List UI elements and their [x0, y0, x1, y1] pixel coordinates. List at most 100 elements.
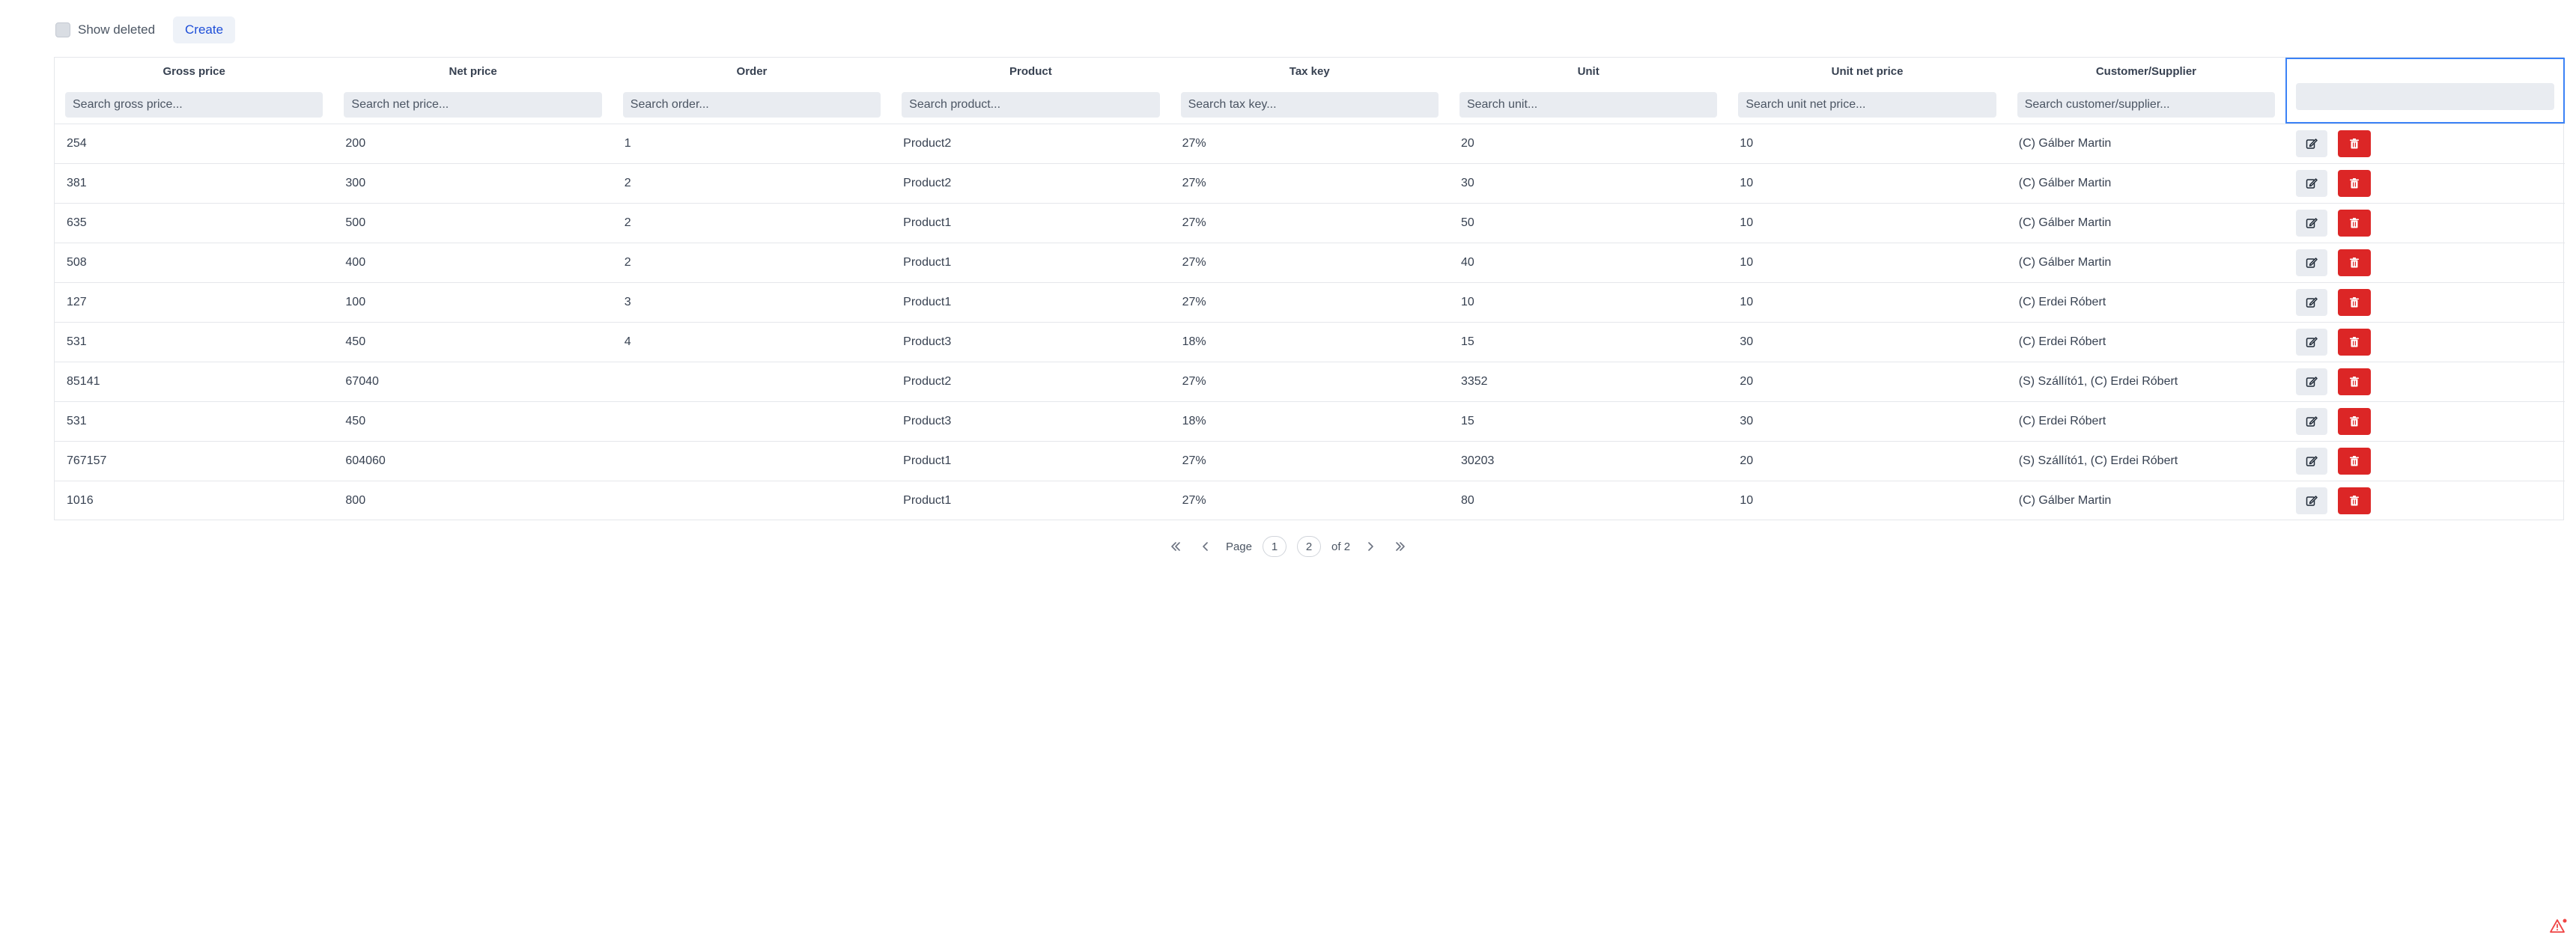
column-label-product[interactable]: Product — [902, 64, 1159, 80]
cell-customer-supplier: (C) Erdei Róbert — [2006, 401, 2286, 441]
delete-button[interactable] — [2338, 209, 2372, 237]
search-customer-supplier-input[interactable] — [2017, 92, 2276, 118]
edit-button[interactable] — [2296, 209, 2328, 237]
of-label: of 2 — [1331, 540, 1350, 553]
cell-tax-key: 27% — [1170, 361, 1449, 401]
search-order-input[interactable] — [622, 92, 881, 118]
cell-order — [612, 361, 892, 401]
delete-button[interactable] — [2338, 249, 2372, 276]
cell-unit: 3352 — [1448, 361, 1728, 401]
edit-button[interactable] — [2296, 169, 2328, 197]
cell-tax-key: 27% — [1170, 202, 1449, 243]
search-net-price-input[interactable] — [344, 92, 602, 118]
search-unit-net-price-input[interactable] — [1738, 92, 1996, 118]
column-label-gross-price[interactable]: Gross price — [65, 64, 323, 80]
edit-button[interactable] — [2296, 407, 2328, 435]
cell-tax-key: 18% — [1170, 321, 1449, 362]
table-row: 381 300 2 Product2 27% 30 10 (C) Gálber Martin — [55, 162, 2565, 203]
table-header-row: Gross price Net price Order Product Tax key U… — [55, 58, 2565, 124]
page-label: Page — [1225, 540, 1252, 553]
cell-order: 3 — [612, 281, 892, 322]
column-label-order[interactable]: Order — [623, 64, 881, 80]
column-label-unit-net-price[interactable]: Unit net price — [1738, 64, 1996, 80]
cell-unit: 30203 — [1448, 440, 1728, 481]
search-tax-key-input[interactable] — [1180, 92, 1439, 118]
show-deleted-checkbox[interactable] — [55, 22, 70, 37]
pagination: Page 1 2 of 2 — [0, 535, 2576, 558]
cell-product: Product2 — [891, 361, 1170, 401]
cell-unit-net-price: 10 — [1728, 123, 2007, 163]
create-button[interactable]: Create — [173, 16, 236, 43]
chevrons-right-icon[interactable] — [1391, 537, 1410, 556]
cell-unit-net-price: 10 — [1728, 162, 2007, 203]
delete-button[interactable] — [2338, 169, 2372, 197]
chevron-left-icon[interactable] — [1196, 537, 1215, 556]
edit-button[interactable] — [2296, 288, 2328, 316]
trash-icon — [2350, 415, 2360, 426]
cell-order: 4 — [612, 321, 892, 362]
cell-customer-supplier: (S) Szállító1, (C) Erdei Róbert — [2006, 361, 2286, 401]
trash-icon — [2350, 296, 2360, 307]
edit-icon — [2306, 177, 2318, 189]
page-button-2[interactable]: 2 — [1297, 536, 1321, 557]
delete-button[interactable] — [2338, 487, 2372, 514]
data-table-container: Gross price Net price Order Product Tax key U… — [54, 57, 2565, 520]
row-action-buttons — [2296, 249, 2553, 276]
cell-customer-supplier: (C) Gálber Martin — [2006, 162, 2286, 203]
actions-filter-placeholder — [2296, 83, 2554, 110]
delete-button[interactable] — [2338, 447, 2372, 475]
row-actions — [2285, 321, 2565, 362]
cell-product: Product1 — [891, 242, 1170, 282]
chevron-right-icon[interactable] — [1361, 537, 1380, 556]
table-row: 767157 604060 Product1 27% 30203 20 (S) Szállí… — [55, 440, 2565, 481]
table-row: 254 200 1 Product2 27% 20 10 (C) Gálber Martin — [55, 123, 2565, 163]
delete-button[interactable] — [2338, 368, 2372, 395]
delete-button[interactable] — [2338, 328, 2372, 356]
cell-net-price: 604060 — [333, 440, 613, 481]
delete-button[interactable] — [2338, 407, 2372, 435]
column-header-product: Product — [891, 58, 1170, 124]
column-label-customer-supplier[interactable]: Customer/Supplier — [2017, 64, 2275, 80]
page-button-1[interactable]: 1 — [1263, 536, 1287, 557]
edit-button[interactable] — [2296, 368, 2328, 395]
row-action-buttons — [2296, 169, 2553, 197]
cell-unit: 15 — [1448, 401, 1728, 441]
actions-column-header[interactable] — [2285, 58, 2565, 124]
cell-tax-key: 27% — [1170, 480, 1449, 520]
row-actions — [2285, 281, 2565, 322]
row-actions — [2285, 202, 2565, 243]
chevrons-left-icon[interactable] — [1166, 537, 1185, 556]
cell-customer-supplier: (C) Gálber Martin — [2006, 123, 2286, 163]
edit-button[interactable] — [2296, 487, 2328, 514]
cell-gross-price: 508 — [55, 242, 334, 282]
table-row: 85141 67040 Product2 27% 3352 20 (S) Szállító1… — [55, 361, 2565, 401]
cell-customer-supplier: (C) Erdei Róbert — [2006, 281, 2286, 322]
edit-icon — [2306, 376, 2318, 387]
column-header-net-price: Net price — [333, 58, 612, 124]
cell-product: Product3 — [891, 401, 1170, 441]
cell-product: Product2 — [891, 162, 1170, 203]
edit-button[interactable] — [2296, 249, 2328, 276]
row-actions — [2285, 361, 2565, 401]
edit-icon — [2306, 455, 2318, 466]
search-unit-input[interactable] — [1459, 92, 1718, 118]
column-label-tax-key[interactable]: Tax key — [1181, 64, 1439, 80]
edit-button[interactable] — [2296, 328, 2328, 356]
search-product-input[interactable] — [902, 92, 1160, 118]
edit-button[interactable] — [2296, 447, 2328, 475]
cell-order: 2 — [612, 162, 892, 203]
row-action-buttons — [2296, 487, 2553, 514]
cell-net-price: 800 — [333, 480, 613, 520]
table-row: 127 100 3 Product1 27% 10 10 (C) Erdei Róbert — [55, 281, 2565, 322]
delete-button[interactable] — [2338, 288, 2372, 316]
edit-icon — [2306, 217, 2318, 228]
column-header-gross-price: Gross price — [55, 58, 333, 124]
row-action-buttons — [2296, 328, 2553, 356]
column-label-unit[interactable]: Unit — [1459, 64, 1717, 80]
delete-button[interactable] — [2338, 130, 2372, 157]
warning-icon[interactable] — [2549, 917, 2569, 937]
column-label-net-price[interactable]: Net price — [344, 64, 601, 80]
search-gross-price-input[interactable] — [65, 92, 323, 118]
show-deleted-toggle[interactable]: Show deleted — [55, 22, 155, 37]
edit-button[interactable] — [2296, 130, 2328, 157]
